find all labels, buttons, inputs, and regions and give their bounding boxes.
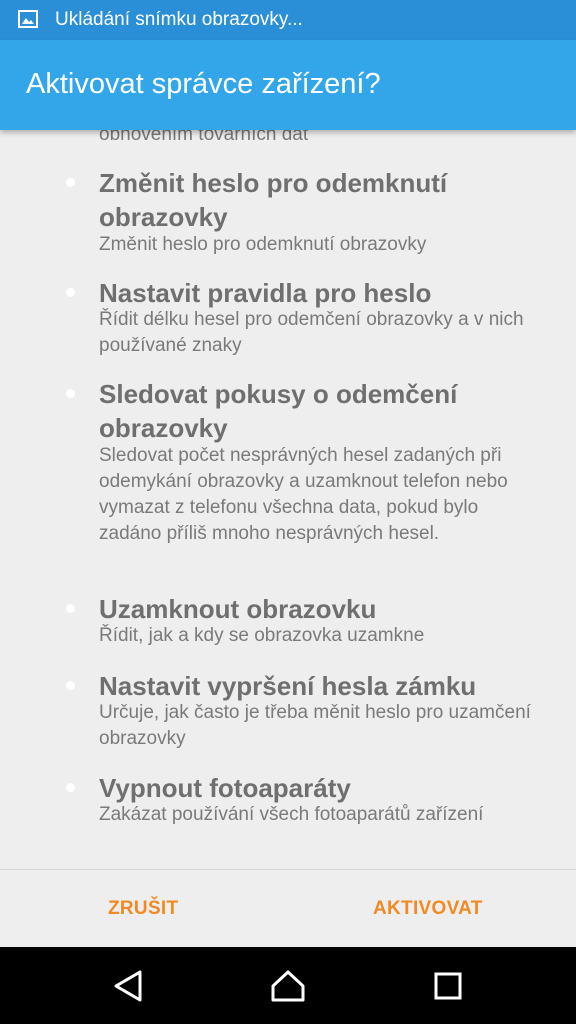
permission-description: Určuje, jak často je třeba měnit heslo p… <box>99 702 531 749</box>
notification-text: Ukládání snímku obrazovky... <box>55 9 303 30</box>
partial-description: obnovením továrních dat <box>99 130 309 145</box>
dialog-title: Aktivovat správce zařízení? <box>26 68 381 100</box>
navigation-bar <box>0 947 576 1024</box>
recent-apps-icon[interactable] <box>430 969 466 1003</box>
permissions-list[interactable]: obnovením továrních dat Změnit heslo pro… <box>0 130 576 870</box>
bullet-icon <box>66 604 75 613</box>
permission-description: Zakázat používání všech fotoaparátů zaří… <box>99 804 484 825</box>
permission-description: Sledovat počet nesprávných hesel zadanýc… <box>99 445 508 544</box>
permission-title: Změnit heslo pro odemknutí obrazovky <box>99 168 448 232</box>
permission-title: Uzamknout obrazovku <box>99 594 377 624</box>
status-bar: Ukládání snímku obrazovky... <box>0 0 576 40</box>
permission-description: Řídit, jak a kdy se obrazovka uzamkne <box>99 625 425 646</box>
permission-title: Nastavit pravidla pro heslo <box>99 278 432 308</box>
back-icon[interactable] <box>110 969 146 1003</box>
bullet-icon <box>66 288 75 297</box>
bullet-icon <box>66 389 75 398</box>
dialog-buttons: ZRUŠIT AKTIVOVAT <box>0 870 576 947</box>
activate-button[interactable]: AKTIVOVAT <box>373 898 483 920</box>
image-icon <box>18 10 38 28</box>
bullet-icon <box>66 681 75 690</box>
bullet-icon <box>66 783 75 792</box>
permission-title: Sledovat pokusy o odemčení obrazovky <box>99 379 458 443</box>
permission-title: Vypnout fotoaparáty <box>99 773 351 803</box>
home-icon[interactable] <box>270 969 306 1003</box>
dialog-header: Aktivovat správce zařízení? <box>0 40 576 130</box>
permission-description: Změnit heslo pro odemknutí obrazovky <box>99 234 427 255</box>
cancel-button[interactable]: ZRUŠIT <box>108 898 178 920</box>
permission-description: Řídit délku hesel pro odemčení obrazovky… <box>99 309 524 356</box>
bullet-icon <box>66 178 75 187</box>
permission-title: Nastavit vypršení hesla zámku <box>99 671 477 701</box>
